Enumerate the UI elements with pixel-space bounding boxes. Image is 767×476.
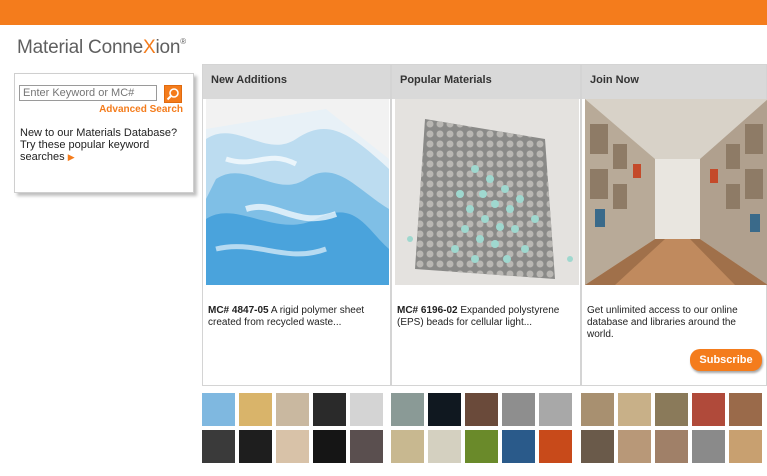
thumbnail[interactable] xyxy=(581,393,614,426)
thumbnail[interactable] xyxy=(202,393,235,426)
top-orange-bar xyxy=(0,0,767,25)
search-panel: Advanced Search New to our Materials Dat… xyxy=(14,73,194,193)
search-button[interactable] xyxy=(164,85,182,103)
thumbnail[interactable] xyxy=(428,430,461,463)
new-additions-text[interactable]: MC# 4847-05 A rigid polymer sheet create… xyxy=(208,305,386,329)
logo-text: Material Conne xyxy=(17,37,144,58)
thumbnail[interactable] xyxy=(539,393,572,426)
popular-materials-text[interactable]: MC# 6196-02 Expanded polystyrene (EPS) b… xyxy=(397,305,575,329)
thumbnail[interactable] xyxy=(655,393,688,426)
popular-materials-image[interactable] xyxy=(395,99,579,285)
library-image[interactable] xyxy=(585,99,767,285)
blue-polymer-sheet-image xyxy=(206,99,389,285)
mc-number: MC# 4847-05 xyxy=(208,305,269,316)
new-additions-column: New Additions MC# 4847-05 A rigid polyme… xyxy=(202,64,391,386)
thumbnail[interactable] xyxy=(655,430,688,463)
thumbnail[interactable] xyxy=(618,393,651,426)
thumbnail[interactable] xyxy=(313,430,346,463)
thumbnail[interactable] xyxy=(465,393,498,426)
thumbnail[interactable] xyxy=(729,430,762,463)
thumbnail[interactable] xyxy=(692,430,725,463)
thumbnail[interactable] xyxy=(350,430,383,463)
join-now-text: Get unlimited access to our online datab… xyxy=(587,305,738,340)
thumbnail[interactable] xyxy=(239,430,272,463)
mc-number: MC# 6196-02 xyxy=(397,305,458,316)
thumbnail[interactable] xyxy=(391,430,424,463)
logo-suffix: ion xyxy=(155,37,181,58)
subscribe-button[interactable]: Subscribe xyxy=(690,349,762,371)
thumbnail[interactable] xyxy=(313,393,346,426)
new-additions-heading: New Additions xyxy=(203,65,390,99)
eps-beads-image xyxy=(395,99,579,285)
promo-text: New to our Materials Database? Try these… xyxy=(20,127,178,163)
new-additions-image[interactable] xyxy=(206,99,389,285)
thumbnail[interactable] xyxy=(502,393,535,426)
search-input[interactable] xyxy=(19,85,157,101)
thumbnail[interactable] xyxy=(465,430,498,463)
thumbnail[interactable] xyxy=(202,430,235,463)
logo-tm: ® xyxy=(180,37,186,46)
search-icon xyxy=(166,88,179,101)
popular-materials-column: Popular Materials MC# 6196-02 Expanded p… xyxy=(391,64,581,386)
thumbnail[interactable] xyxy=(729,393,762,426)
popular-searches-promo[interactable]: New to our Materials Database? Try these… xyxy=(20,127,185,163)
logo-x: X xyxy=(143,37,156,58)
site-logo[interactable]: Material ConneXion® xyxy=(17,37,186,59)
library-shelves-image xyxy=(585,99,767,285)
thumbnail[interactable] xyxy=(581,430,614,463)
join-now-heading: Join Now xyxy=(582,65,766,99)
thumbnail[interactable] xyxy=(428,393,461,426)
popular-materials-heading: Popular Materials xyxy=(392,65,580,99)
thumbnail[interactable] xyxy=(276,430,309,463)
thumbnail[interactable] xyxy=(618,430,651,463)
join-now-column: Join Now Get unlimited access to our onl… xyxy=(581,64,767,386)
thumbnail[interactable] xyxy=(502,430,535,463)
thumbnail[interactable] xyxy=(239,393,272,426)
advanced-search-link[interactable]: Advanced Search xyxy=(99,104,183,115)
thumbnail[interactable] xyxy=(350,393,383,426)
thumbnail[interactable] xyxy=(692,393,725,426)
promo-arrow-icon: ▶ xyxy=(67,152,75,162)
thumbnail[interactable] xyxy=(539,430,572,463)
thumbnail[interactable] xyxy=(276,393,309,426)
thumbnail[interactable] xyxy=(391,393,424,426)
